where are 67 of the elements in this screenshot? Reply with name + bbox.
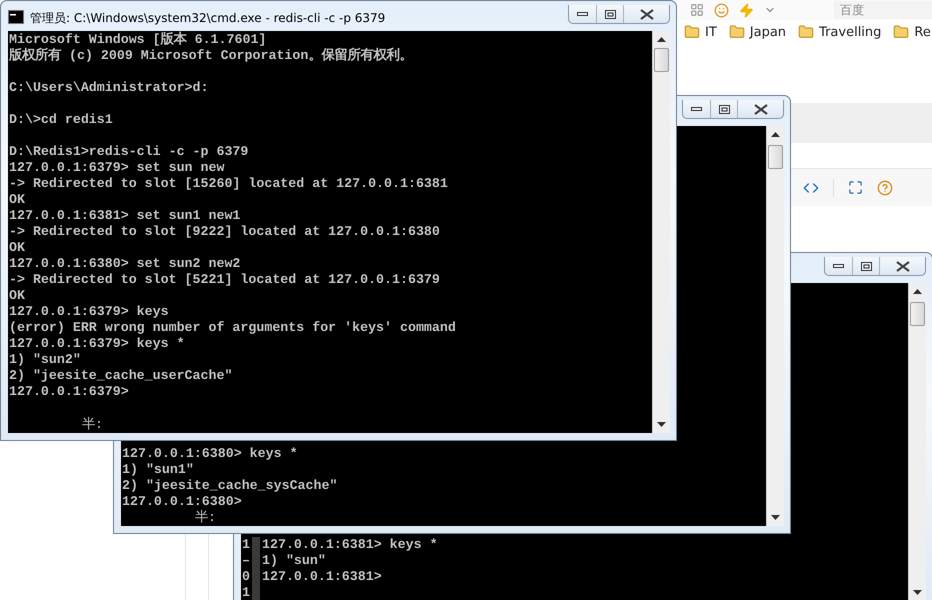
close-icon (640, 8, 654, 20)
console-line: 2) "jeesite_cache_sysCache" (122, 478, 338, 494)
console-line: 127.0.0.1:6379> set sun new (9, 160, 224, 176)
scroll-up-icon[interactable] (657, 37, 666, 42)
console-line: -> Redirected to slot [9222] located at 127.0.0.1:6380 (9, 224, 440, 240)
folder-icon (684, 24, 700, 40)
console-line: OK (9, 240, 25, 256)
gutter-mark: 1 (242, 585, 260, 600)
minimize-icon (833, 264, 844, 268)
maximize-icon (860, 262, 872, 270)
scrollbar[interactable] (766, 126, 784, 526)
console-line: 127.0.0.1:6379> keys * (9, 336, 185, 352)
ime-status: 半: (194, 510, 217, 526)
console-line: 127.0.0.1:6379> keys (9, 304, 169, 320)
console-line: 127.0.0.1:6380> set sun2 new2 (9, 256, 240, 272)
bookmark-link[interactable]: Japan (728, 24, 786, 40)
console-line: Microsoft Windows [版本 6.1.7601] (9, 32, 266, 48)
console-line: -> Redirected to slot [5221] located at 127.0.0.1:6379 (9, 272, 440, 288)
gutter-mark: 0 (242, 569, 260, 585)
folder-icon (893, 24, 910, 40)
console-line: 1) "sun" (262, 553, 326, 569)
console-line: 127.0.0.1:6380> keys * (122, 446, 298, 462)
scrollbar[interactable] (652, 31, 670, 433)
scroll-thumb[interactable] (654, 48, 669, 72)
console-line: OK (9, 288, 25, 304)
console-line: C:\Users\Administrator>d: (9, 80, 208, 96)
console-app-icon (8, 10, 24, 24)
gutter-mark: – (242, 553, 260, 569)
ime-status: 半: (81, 417, 104, 433)
scroll-thumb[interactable] (910, 302, 925, 326)
scrollbar[interactable] (908, 283, 926, 600)
search-field[interactable]: 百度 (834, 1, 932, 19)
bookmark-link[interactable]: Re (893, 24, 931, 40)
console-line: -> Redirected to slot [15260] located at 127.0.0.1:6381 (9, 176, 448, 192)
bookmark-link[interactable]: Travelling (798, 24, 882, 40)
close-icon (896, 260, 910, 272)
console-line: 1) "sun1" (122, 462, 194, 478)
console-line: OK (9, 192, 25, 208)
minimize-icon (577, 12, 588, 16)
folder-icon (798, 24, 814, 40)
console-line: D:\>cd redis1 (9, 112, 113, 128)
console-line: (error) ERR wrong number of arguments for 'keys' command (9, 320, 456, 336)
console-line: D:\Redis1>redis-cli -c -p 6379 (9, 144, 248, 160)
console-line: 1) "sun2" (9, 352, 81, 368)
console-line: 2) "jeesite_cache_userCache" (9, 368, 232, 384)
maximize-icon (718, 104, 730, 114)
gutter-mark: 1 (242, 537, 260, 553)
apps-icon[interactable] (690, 3, 704, 17)
maximize-icon (604, 10, 616, 18)
folder-icon (728, 24, 745, 40)
console-line: 127.0.0.1:6381> (262, 569, 382, 585)
scroll-down-icon[interactable] (771, 515, 780, 520)
console-line: 127.0.0.1:6381> keys * (262, 537, 438, 553)
scroll-down-icon[interactable] (657, 422, 666, 427)
bookmark-link[interactable]: IT (684, 24, 717, 40)
console-line: 127.0.0.1:6380> (122, 494, 242, 510)
fullscreen-button[interactable] (848, 180, 863, 195)
console-line: 版权所有 (c) 2009 Microsoft Corporation。保留所有权利。 (9, 48, 412, 64)
window-title: 管理员: C:\Windows\system32\cmd.exe - redis-cli -c -p 6379 (30, 10, 386, 27)
scroll-up-icon[interactable] (771, 132, 780, 137)
minimize-icon (691, 106, 702, 112)
console-line: 127.0.0.1:6379> (9, 384, 129, 400)
close-icon (754, 104, 768, 114)
scroll-thumb[interactable] (768, 145, 783, 169)
scroll-up-icon[interactable] (913, 289, 922, 294)
console-line: 127.0.0.1:6381> set sun1 new1 (9, 208, 240, 224)
scroll-down-icon[interactable] (913, 590, 922, 595)
